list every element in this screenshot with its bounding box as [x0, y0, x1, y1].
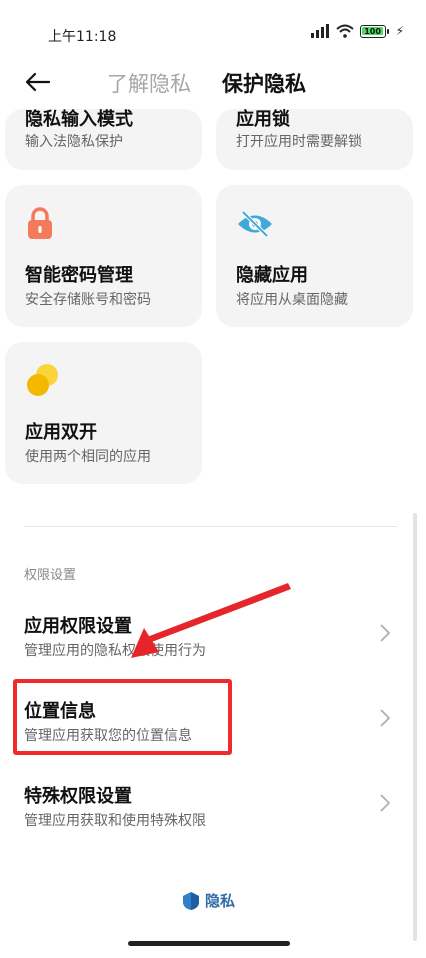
status-icons: 100 ⚡ — [310, 24, 404, 38]
shield-logo-icon — [183, 891, 199, 910]
home-indicator[interactable] — [128, 941, 290, 946]
section-label-permissions: 权限设置 — [24, 568, 77, 583]
back-arrow-icon — [25, 72, 51, 92]
card-title: 应用锁 — [236, 109, 290, 130]
card-subtitle: 输入法隐私保护 — [25, 134, 123, 150]
section-divider — [24, 526, 397, 527]
card-smart-password[interactable]: 智能密码管理 安全存储账号和密码 — [5, 185, 202, 327]
charging-icon: ⚡ — [395, 24, 404, 38]
item-title: 应用权限设置 — [24, 616, 132, 637]
card-title: 隐私输入模式 — [25, 109, 133, 130]
card-dual-apps[interactable]: 应用双开 使用两个相同的应用 — [5, 342, 202, 484]
item-subtitle: 管理应用的隐私权限使用行为 — [24, 643, 206, 659]
card-subtitle: 将应用从桌面隐藏 — [236, 292, 348, 308]
chevron-right-icon — [380, 794, 390, 812]
back-button[interactable] — [22, 66, 54, 98]
footer-brand: 隐私 — [181, 890, 235, 911]
item-title: 特殊权限设置 — [24, 786, 132, 807]
chevron-right-icon — [380, 624, 390, 642]
card-privacy-input-mode[interactable]: 隐私输入模式 输入法隐私保护 — [5, 109, 202, 170]
wifi-icon — [335, 24, 354, 38]
header: 了解隐私 保护隐私 — [0, 64, 426, 104]
card-title: 智能密码管理 — [25, 265, 133, 286]
battery-level: 100 — [364, 26, 381, 36]
footer-brand-text: 隐私 — [205, 892, 236, 910]
card-title: 隐藏应用 — [236, 265, 308, 286]
item-subtitle: 管理应用获取和使用特殊权限 — [24, 813, 206, 829]
card-title: 应用双开 — [25, 422, 97, 443]
card-hide-apps[interactable]: 隐藏应用 将应用从桌面隐藏 — [216, 185, 413, 327]
status-time: 上午11:18 — [48, 29, 117, 45]
card-subtitle: 安全存储账号和密码 — [25, 292, 151, 308]
cellular-signal-icon — [310, 24, 329, 38]
status-bar: 上午11:18 100 ⚡ — [0, 0, 426, 64]
highlight-box — [13, 679, 232, 755]
eye-hidden-icon — [238, 210, 272, 238]
card-subtitle: 打开应用时需要解锁 — [236, 134, 362, 150]
dual-circles-icon — [27, 364, 58, 396]
tab-protect-privacy[interactable]: 保护隐私 — [222, 68, 306, 98]
tab-learn-privacy[interactable]: 了解隐私 — [107, 68, 191, 98]
padlock-icon — [28, 207, 52, 239]
chevron-right-icon — [380, 709, 390, 727]
list-item-special-permissions[interactable]: 特殊权限设置 管理应用获取和使用特殊权限 — [0, 770, 412, 840]
scrollbar[interactable] — [413, 513, 417, 941]
card-app-lock[interactable]: 应用锁 打开应用时需要解锁 — [216, 109, 413, 170]
card-subtitle: 使用两个相同的应用 — [25, 449, 151, 465]
list-item-app-permissions[interactable]: 应用权限设置 管理应用的隐私权限使用行为 — [0, 600, 412, 670]
battery-icon: 100 — [359, 24, 389, 38]
